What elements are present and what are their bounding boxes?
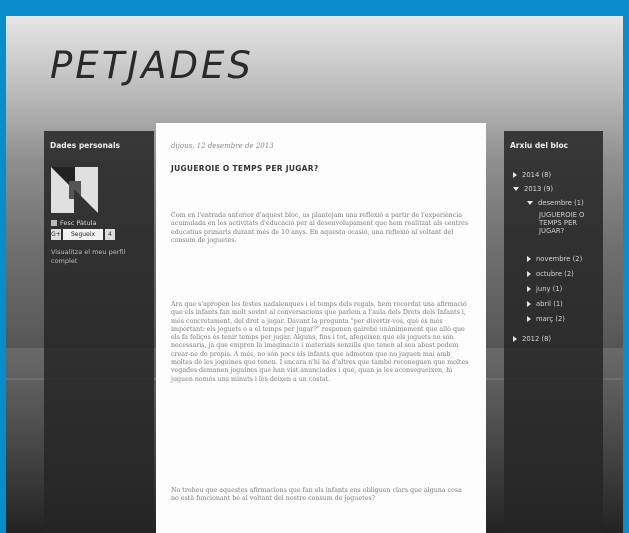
profile-name[interactable]: Fesc Pàtula (60, 219, 96, 227)
expand-arrow-icon[interactable] (527, 271, 531, 277)
blog-frame: PETJADES Dades personals Fesc Pàtula G+ … (6, 16, 623, 533)
archive-sidebar: Arxiu del bloc 2014 (8) 2013 (9) desembr… (504, 131, 603, 533)
post-container: dijous, 12 desembre de 2013 JUGUEROIE O … (156, 123, 486, 533)
archive-month-novembre[interactable]: novembre (2) (527, 255, 582, 263)
profile-section-title: Dades personals (50, 141, 121, 150)
profile-name-link[interactable]: Fesc Pàtula (51, 219, 96, 227)
post-paragraph: Com en l'entrada anterior d'aquest bloc,… (171, 212, 469, 244)
expand-arrow-icon[interactable] (513, 336, 517, 342)
expand-arrow-icon[interactable] (527, 256, 531, 262)
archive-post-link[interactable]: JUGUEROIE O TEMPS PER JUGAR? (539, 211, 599, 235)
profile-sidebar: Dades personals Fesc Pàtula G+ Segueix 4… (44, 131, 154, 533)
archive-month-octubre[interactable]: octubre (2) (527, 270, 574, 278)
post-date: dijous, 12 desembre de 2013 (171, 142, 274, 150)
avatar[interactable] (51, 167, 98, 213)
follow-button[interactable]: Segueix (63, 229, 103, 240)
archive-year-2014[interactable]: 2014 (8) (513, 171, 551, 179)
archive-year-2013[interactable]: 2013 (9) (513, 185, 553, 193)
follow-widget: G+ Segueix 4 (51, 229, 115, 240)
archive-month-marc[interactable]: març (2) (527, 315, 565, 323)
google-plus-icon: G+ (51, 229, 61, 240)
profile-icon (51, 220, 57, 226)
archive-year-2012[interactable]: 2012 (8) (513, 335, 551, 343)
archive-section-title: Arxiu del bloc (510, 141, 569, 150)
view-full-profile-link[interactable]: Visualitza el meu perfil complet (51, 248, 149, 266)
collapse-arrow-icon[interactable] (513, 187, 519, 191)
expand-arrow-icon[interactable] (527, 316, 531, 322)
follower-count: 4 (105, 229, 115, 240)
expand-arrow-icon[interactable] (527, 286, 531, 292)
expand-arrow-icon[interactable] (513, 172, 517, 178)
post-paragraph: Ara que s'apropen les festes nadalenques… (171, 301, 469, 383)
archive-month-juny[interactable]: juny (1) (527, 285, 562, 293)
collapse-arrow-icon[interactable] (527, 201, 533, 205)
post-title[interactable]: JUGUEROIE O TEMPS PER JUGAR? (171, 164, 319, 173)
archive-month-desembre[interactable]: desembre (1) (527, 199, 584, 207)
post-paragraph: No trobeu que aquestes afirmacions que f… (171, 487, 462, 503)
expand-arrow-icon[interactable] (527, 301, 531, 307)
blog-title[interactable]: PETJADES (50, 44, 254, 87)
archive-month-abril[interactable]: abril (1) (527, 300, 563, 308)
